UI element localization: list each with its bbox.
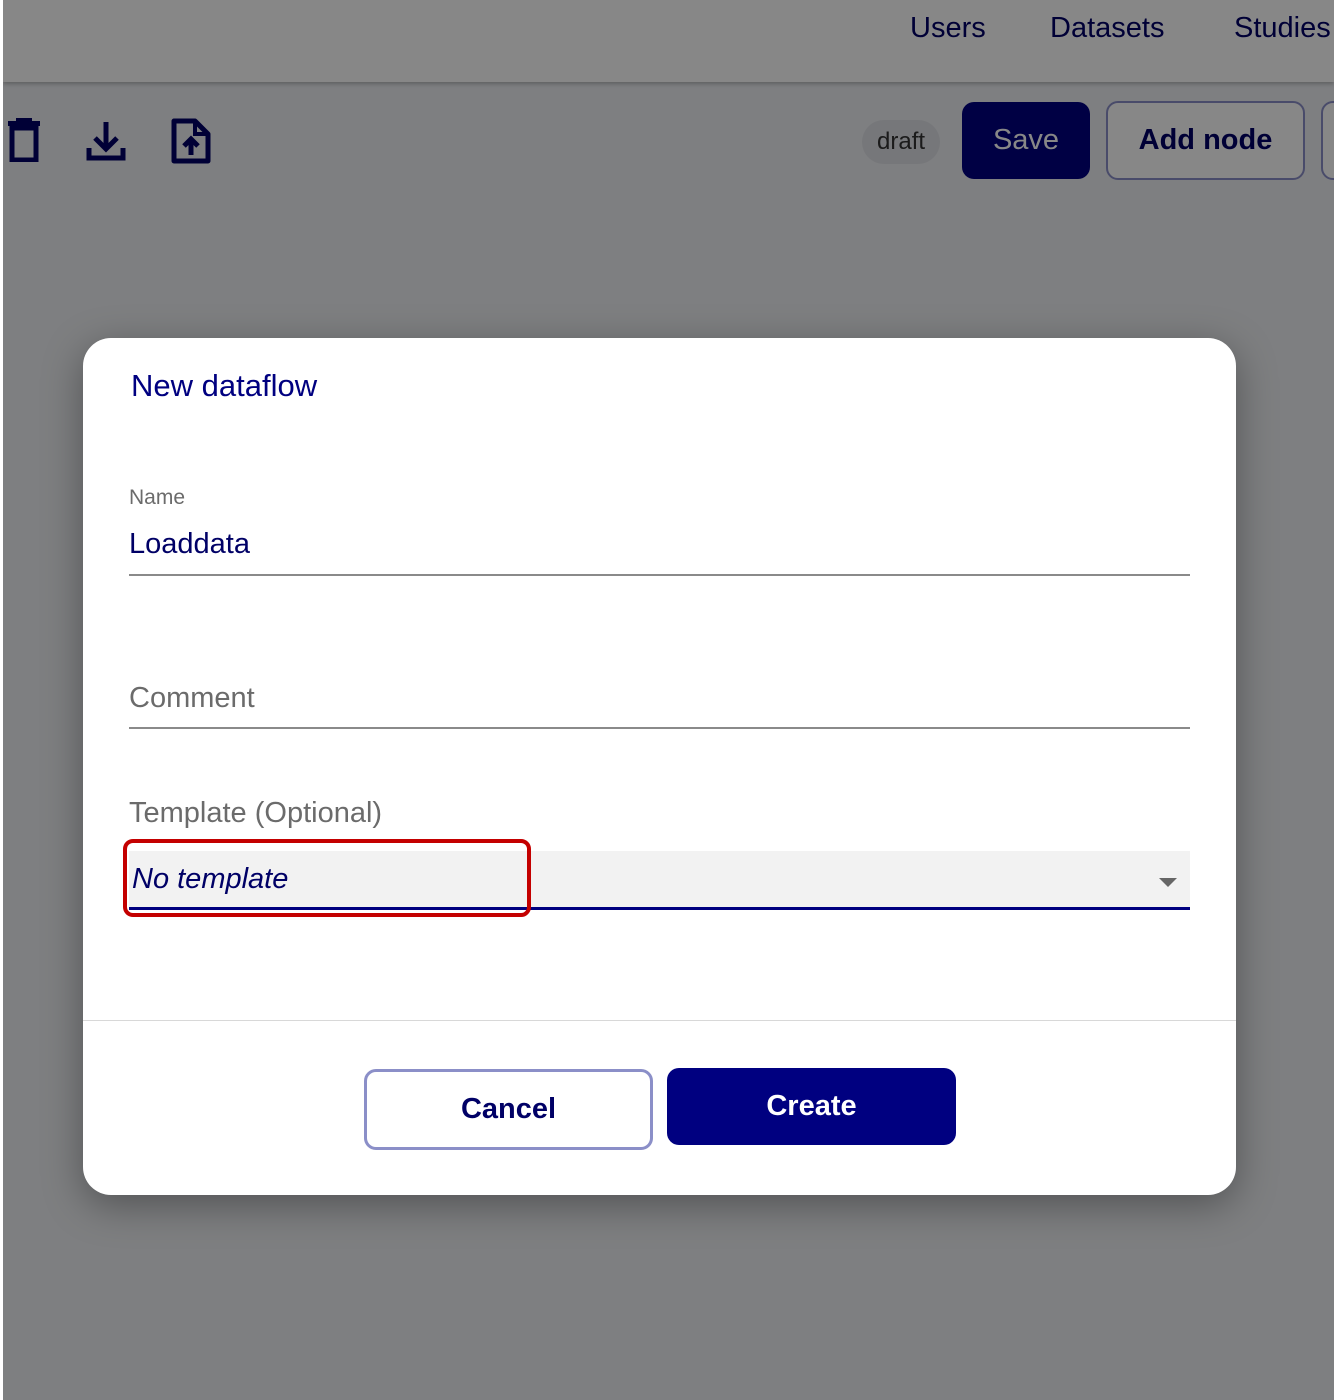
create-button[interactable]: Create [667,1068,956,1145]
comment-field[interactable]: Comment [129,682,255,715]
dialog-divider [83,1020,1236,1021]
new-dataflow-dialog: New dataflow Name Loaddata Comment Templ… [83,338,1236,1195]
name-field-label: Name [129,486,186,509]
name-field-underline [129,574,1190,576]
name-field[interactable]: Loaddata [129,528,250,561]
highlight-box [123,839,531,917]
cancel-button[interactable]: Cancel [364,1069,653,1150]
dialog-title: New dataflow [131,368,318,403]
dropdown-arrow-icon [1159,878,1177,887]
template-field-label: Template (Optional) [129,797,383,829]
comment-field-underline [129,727,1190,729]
